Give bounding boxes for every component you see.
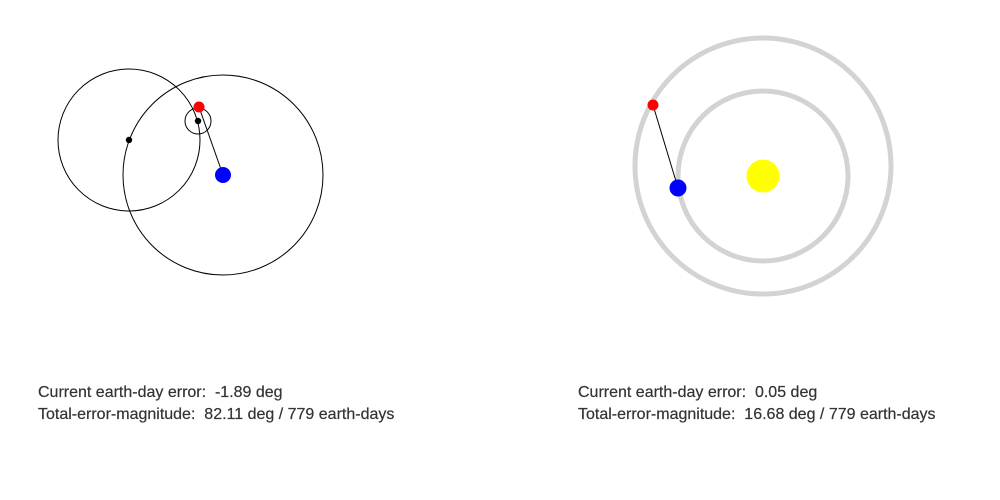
total-error-line: Total-error-magnitude: 82.11 deg / 779 e… — [38, 404, 395, 426]
total-error-label: Total-error-magnitude: — [578, 406, 736, 423]
mars-red-planet — [647, 99, 659, 111]
earth-blue-planet — [215, 167, 231, 183]
earth-blue-planet — [669, 179, 687, 197]
total-error-label: Total-error-magnitude: — [38, 406, 196, 423]
current-error-label: Current earth-day error: — [38, 384, 207, 401]
current-error-label: Current earth-day error: — [578, 384, 747, 401]
heliocentric-model-panel: Current earth-day error: 0.05 deg Total-… — [500, 0, 1000, 500]
sun — [746, 159, 780, 193]
epicycle-model-panel: Current earth-day error: -1.89 deg Total… — [0, 0, 500, 500]
epicycle-diagram — [57, 68, 324, 276]
total-error-value: 82.11 deg / 779 earth-days — [204, 406, 395, 423]
line-of-sight — [652, 104, 679, 189]
heliocentric-stats: Current earth-day error: 0.05 deg Total-… — [578, 382, 936, 426]
mars-red-planet — [193, 101, 205, 113]
current-error-value: -1.89 deg — [214, 384, 283, 401]
total-error-value: 16.68 deg / 779 earth-days — [744, 406, 936, 423]
epicycle-center-point — [125, 136, 133, 144]
current-error-value: 0.05 deg — [754, 384, 818, 401]
inner-epicycle-point — [194, 117, 202, 125]
epicycle-stats: Current earth-day error: -1.89 deg Total… — [38, 382, 395, 426]
current-error-line: Current earth-day error: 0.05 deg — [578, 382, 936, 404]
heliocentric-diagram — [632, 35, 894, 297]
line-of-sight — [198, 106, 224, 176]
current-error-line: Current earth-day error: -1.89 deg — [38, 382, 394, 404]
total-error-line: Total-error-magnitude: 16.68 deg / 779 e… — [578, 404, 936, 426]
